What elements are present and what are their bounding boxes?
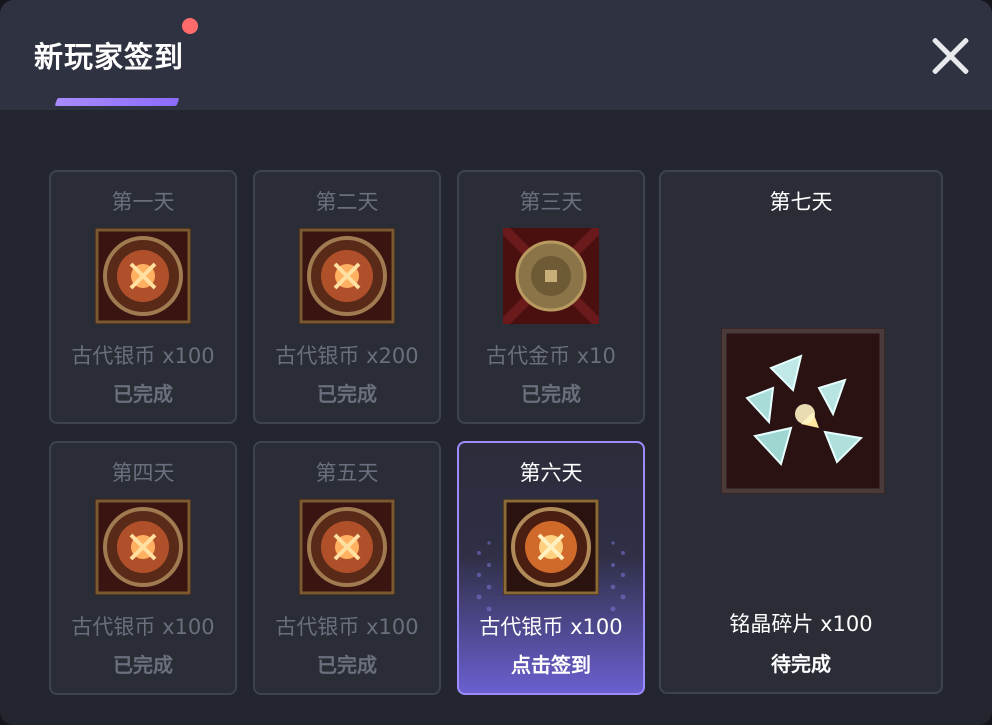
dialog-header: 新玩家签到 <box>0 0 992 110</box>
dialog-title: 新玩家签到 <box>34 40 185 74</box>
close-icon[interactable] <box>928 34 972 78</box>
reward-text: 古代金币 x10 <box>486 344 616 368</box>
ancient-silver-coin-icon <box>299 228 395 324</box>
day-label: 第二天 <box>315 190 379 214</box>
day-label: 第五天 <box>315 461 379 485</box>
day-label: 第七天 <box>769 190 833 214</box>
sign-in-button[interactable]: 点击签到 <box>459 649 643 678</box>
day-card-4[interactable]: 第四天 古代银币 x100 已完成 <box>49 441 237 695</box>
status-text: 已完成 <box>113 382 173 406</box>
reward-text: 铭晶碎片 x100 <box>729 612 873 636</box>
day-card-3[interactable]: 第三天 古代金币 x10 已完成 <box>457 170 645 424</box>
day-card-6[interactable]: 第六天 古代银币 x100 点击签到 <box>457 441 645 695</box>
day-label: 第一天 <box>111 190 175 214</box>
title-underline <box>54 98 180 106</box>
day-label: 第六天 <box>519 461 583 485</box>
day-card-7[interactable]: 第七天 铭晶碎片 x100 待完成 <box>659 170 943 694</box>
status-text: 待完成 <box>771 652 831 676</box>
ancient-silver-coin-icon <box>503 499 599 595</box>
ancient-silver-coin-icon <box>95 228 191 324</box>
status-text: 已完成 <box>113 653 173 677</box>
sign-in-dialog: 新玩家签到 第一天 古代银币 x100 已完成 第二天 古代银币 x200 已完… <box>0 0 992 725</box>
day-label: 第四天 <box>111 461 175 485</box>
ancient-gold-coin-icon <box>503 228 599 324</box>
day-card-2[interactable]: 第二天 古代银币 x200 已完成 <box>253 170 441 424</box>
notification-dot <box>182 18 198 34</box>
day-card-1[interactable]: 第一天 古代银币 x100 已完成 <box>49 170 237 424</box>
ancient-silver-coin-icon <box>299 499 395 595</box>
day-label: 第三天 <box>519 190 583 214</box>
status-text: 已完成 <box>317 382 377 406</box>
status-text: 已完成 <box>317 653 377 677</box>
reward-text: 古代银币 x100 <box>71 344 215 368</box>
reward-text: 古代银币 x100 <box>71 615 215 639</box>
reward-text: 古代银币 x100 <box>275 615 419 639</box>
reward-text: 古代银币 x200 <box>275 344 419 368</box>
reward-text: 古代银币 x100 <box>479 615 623 639</box>
status-text: 已完成 <box>521 382 581 406</box>
day-card-5[interactable]: 第五天 古代银币 x100 已完成 <box>253 441 441 695</box>
crystal-shard-icon <box>721 328 885 494</box>
ancient-silver-coin-icon <box>95 499 191 595</box>
